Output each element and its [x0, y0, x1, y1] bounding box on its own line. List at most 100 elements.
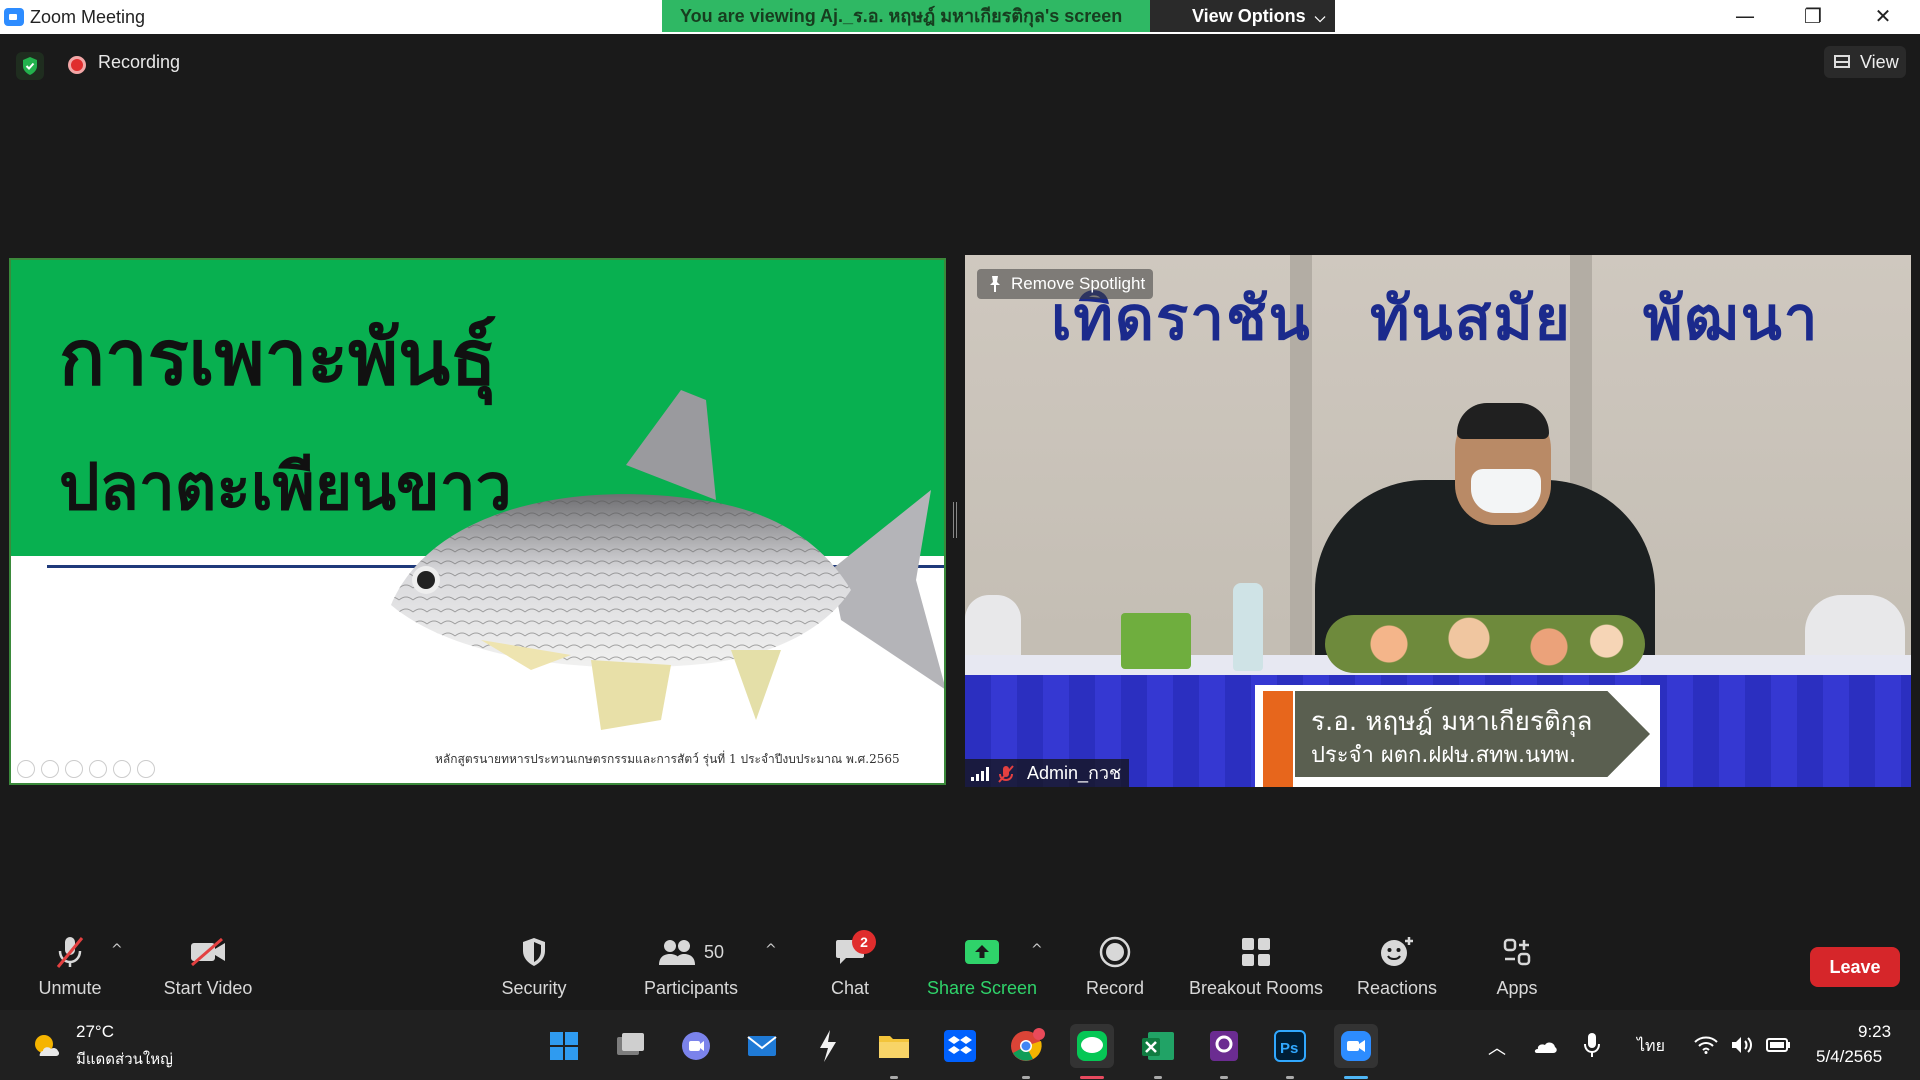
share-options-caret-icon[interactable]: ^: [1031, 942, 1043, 958]
unmute-button[interactable]: Unmute: [30, 932, 110, 999]
shared-screen[interactable]: การเพาะพันธุ์ ปลาตะเพียนขาว หลักสูตรนายท…: [9, 258, 946, 785]
dropbox-icon[interactable]: [938, 1024, 982, 1068]
mic-muted-icon: [56, 937, 84, 968]
remove-spotlight-label: Remove Spotlight: [1011, 274, 1146, 293]
video-tile[interactable]: เทิดราชัน ทันสมัย พัฒนา ร.อ. หฤษฎ์ มหาเก…: [965, 255, 1911, 787]
apps-icon: [1503, 938, 1531, 966]
participants-button[interactable]: 50 Participants: [638, 932, 744, 999]
tray-overflow-chevron-icon[interactable]: ︿: [1488, 1034, 1506, 1060]
slide-controls[interactable]: [17, 760, 155, 778]
onedrive-cloud-icon[interactable]: [1532, 1038, 1558, 1054]
nameplate-name: ร.อ. หฤษฎ์ มหาเกียรติกุล: [1311, 707, 1593, 737]
encryption-shield-button[interactable]: [16, 52, 44, 80]
recording-label[interactable]: Recording: [98, 52, 180, 73]
view-button[interactable]: View: [1824, 46, 1906, 78]
pen-icon[interactable]: [65, 760, 83, 778]
breakout-rooms-button[interactable]: Breakout Rooms: [1186, 932, 1326, 999]
apps-label: Apps: [1496, 978, 1538, 998]
fish-image: [391, 390, 944, 730]
running-indicator: [1022, 1076, 1030, 1079]
weather-partly-sunny-icon[interactable]: [30, 1030, 62, 1062]
participants-count: 50: [703, 941, 725, 962]
reactions-label: Reactions: [1356, 978, 1438, 998]
nameplate: ร.อ. หฤษฎ์ มหาเกียรติกุล ประจำ ผตก.ฝฝษ.ส…: [1255, 685, 1660, 787]
remove-spotlight-button[interactable]: Remove Spotlight: [977, 269, 1154, 299]
prev-slide-icon[interactable]: [17, 760, 35, 778]
officer-hair: [1457, 403, 1549, 439]
chat-unread-badge: 2: [852, 930, 876, 954]
apps-button[interactable]: Apps: [1490, 932, 1544, 999]
clock-time[interactable]: 9:23: [1858, 1022, 1891, 1042]
minimize-button[interactable]: —: [1714, 0, 1776, 34]
zoom-logo-icon: [4, 8, 24, 26]
pin-icon: [990, 276, 1000, 292]
unmute-label: Unmute: [38, 978, 102, 998]
restore-button[interactable]: ❐: [1782, 0, 1844, 34]
task-view-icon[interactable]: [608, 1024, 652, 1068]
record-icon: [1099, 936, 1131, 968]
line-icon[interactable]: [1070, 1024, 1114, 1079]
svg-text:Ps: Ps: [1280, 1040, 1298, 1057]
record-button[interactable]: Record: [1082, 932, 1148, 999]
input-language[interactable]: ไทย: [1637, 1034, 1665, 1059]
recording-icon: [68, 56, 86, 74]
zoom-icon[interactable]: [1334, 1024, 1378, 1079]
teams-chat-icon[interactable]: [674, 1024, 718, 1068]
breakout-rooms-label: Breakout Rooms: [1188, 978, 1324, 998]
windows-taskbar: 27°C มีแดดส่วนใหญ่ Ps ︿ ไทย 9:23 5/4/256…: [0, 1010, 1920, 1080]
share-screen-button[interactable]: Share Screen: [925, 932, 1039, 999]
winamp-icon[interactable]: [806, 1024, 850, 1068]
leave-button[interactable]: Leave: [1810, 947, 1900, 987]
participants-label: Participants: [643, 978, 739, 998]
reactions-button[interactable]: Reactions: [1354, 932, 1440, 999]
nameplate-accent: [1263, 691, 1293, 787]
flower-arrangement: [1325, 615, 1645, 673]
wifi-icon[interactable]: [1694, 1036, 1718, 1054]
shield-check-icon: [23, 57, 37, 75]
chrome-icon[interactable]: [1004, 1024, 1048, 1079]
microphone-icon[interactable]: [1584, 1032, 1600, 1058]
banner-word: ทันสมัย: [1370, 284, 1572, 354]
start-video-button[interactable]: Start Video: [158, 932, 258, 999]
running-indicator: [1154, 1076, 1162, 1079]
security-label: Security: [501, 978, 567, 998]
weather-description[interactable]: มีแดดส่วนใหญ่: [76, 1047, 173, 1071]
view-options-button[interactable]: View Options ⌵: [1150, 0, 1335, 32]
mail-icon[interactable]: [740, 1024, 784, 1068]
weather-temperature[interactable]: 27°C: [76, 1022, 114, 1042]
share-screen-icon: [965, 940, 999, 964]
mic-muted-icon: [998, 765, 1014, 783]
banner-word: พัฒนา: [1643, 284, 1820, 354]
window-title: Zoom Meeting: [30, 7, 146, 27]
split-resize-handle[interactable]: [953, 502, 957, 538]
audio-options-caret-icon[interactable]: ^: [111, 942, 123, 958]
close-button[interactable]: ✕: [1852, 0, 1914, 34]
grid-icon[interactable]: [89, 760, 107, 778]
running-indicator: [1220, 1076, 1228, 1079]
nameplate-position: ประจำ ผตก.ฝฝษ.สทพ.นทพ.: [1311, 743, 1577, 768]
running-indicator: [890, 1076, 898, 1079]
water-bottle: [1233, 583, 1263, 671]
share-screen-label: Share Screen: [926, 978, 1038, 998]
next-slide-icon[interactable]: [41, 760, 59, 778]
meeting-toolbar: Unmute ^ Start Video Security 50 Partici…: [0, 920, 1920, 1010]
tissue-box: [1121, 613, 1191, 669]
excel-icon[interactable]: [1136, 1024, 1180, 1079]
pdf-app-icon[interactable]: [1202, 1024, 1246, 1079]
battery-charging-icon[interactable]: [1766, 1036, 1792, 1054]
running-indicator: [1286, 1076, 1294, 1079]
file-explorer-icon[interactable]: [872, 1024, 916, 1079]
video-off-icon: [191, 937, 225, 967]
photoshop-icon[interactable]: Ps: [1268, 1024, 1312, 1079]
zoom-icon[interactable]: [113, 760, 131, 778]
viewing-screen-banner: You are viewing Aj._ร.อ. หฤษฎ์ มหาเกียรต…: [662, 0, 1150, 32]
grid-view-icon: [1834, 55, 1850, 68]
windows-start-icon[interactable]: [542, 1024, 586, 1068]
security-button[interactable]: Security: [492, 932, 576, 999]
participant-name-tag: Admin_กวช: [965, 759, 1130, 787]
volume-icon[interactable]: [1730, 1035, 1754, 1055]
participants-caret-icon[interactable]: ^: [765, 942, 777, 958]
slide-footer-text: หลักสูตรนายทหารประทวนเกษตรกรรมและการสัตว…: [435, 752, 900, 766]
clock-date[interactable]: 5/4/2565: [1816, 1047, 1882, 1067]
more-icon[interactable]: [137, 760, 155, 778]
